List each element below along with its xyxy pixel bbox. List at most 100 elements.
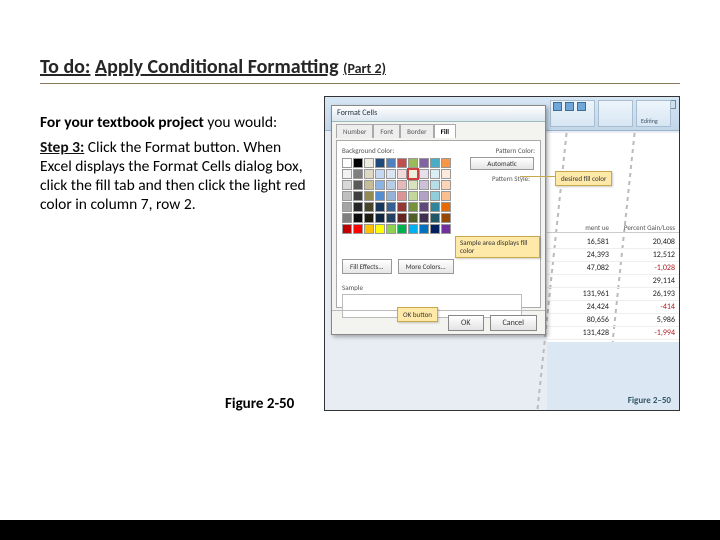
color-swatch[interactable] xyxy=(419,213,429,223)
color-swatch[interactable] xyxy=(408,202,418,212)
color-swatch[interactable] xyxy=(419,202,429,212)
ribbon-icon xyxy=(553,102,562,111)
color-swatch[interactable] xyxy=(397,191,407,201)
automatic-dropdown[interactable]: Automatic xyxy=(470,157,534,170)
color-swatch[interactable] xyxy=(353,169,363,179)
cell: -414 xyxy=(613,301,679,314)
color-swatch[interactable] xyxy=(353,191,363,201)
color-swatch[interactable] xyxy=(364,169,374,179)
tab-fill[interactable]: Fill xyxy=(434,124,456,138)
dialog-title: Format Cells xyxy=(332,106,545,122)
color-swatch[interactable] xyxy=(342,180,352,190)
color-swatch[interactable] xyxy=(397,158,407,168)
color-swatch[interactable] xyxy=(364,202,374,212)
color-swatch[interactable] xyxy=(397,202,407,212)
ok-button[interactable]: OK xyxy=(448,315,483,331)
color-swatch[interactable] xyxy=(364,158,374,168)
ribbon-group-label: Editing xyxy=(641,117,658,125)
instruction-text: For your textbook project you would: Ste… xyxy=(40,96,310,215)
color-swatch[interactable] xyxy=(386,213,396,223)
color-swatch[interactable] xyxy=(342,202,352,212)
color-swatch[interactable] xyxy=(375,213,385,223)
format-cells-dialog[interactable]: Format Cells Number Font Border Fill Bac… xyxy=(331,105,546,335)
cancel-button[interactable]: Cancel xyxy=(490,315,538,331)
cell xyxy=(547,275,613,288)
color-swatch[interactable] xyxy=(441,180,451,190)
color-swatch[interactable] xyxy=(353,202,363,212)
color-swatch[interactable] xyxy=(386,191,396,201)
color-swatch[interactable] xyxy=(375,191,385,201)
color-swatch[interactable] xyxy=(408,180,418,190)
color-swatch[interactable] xyxy=(342,191,352,201)
color-swatch[interactable] xyxy=(342,213,352,223)
color-swatch[interactable] xyxy=(364,213,374,223)
color-swatch[interactable] xyxy=(386,202,396,212)
color-swatch[interactable] xyxy=(441,169,451,179)
color-swatch[interactable] xyxy=(375,202,385,212)
color-swatch[interactable] xyxy=(397,224,407,234)
color-swatch[interactable] xyxy=(353,213,363,223)
color-swatch[interactable] xyxy=(342,169,352,179)
color-swatch[interactable] xyxy=(386,180,396,190)
color-swatch[interactable] xyxy=(441,213,451,223)
color-swatch[interactable] xyxy=(430,224,440,234)
color-swatch[interactable] xyxy=(386,169,396,179)
color-swatch[interactable] xyxy=(342,158,352,168)
color-swatch[interactable] xyxy=(430,158,440,168)
color-swatch[interactable] xyxy=(408,191,418,201)
step-label: Step 3: xyxy=(40,138,84,157)
color-swatch[interactable] xyxy=(397,180,407,190)
ribbon-group: Editing xyxy=(636,100,671,127)
color-swatch[interactable] xyxy=(430,213,440,223)
dialog-tabs: Number Font Border Fill xyxy=(332,124,545,138)
color-swatch[interactable] xyxy=(364,180,374,190)
color-swatch[interactable] xyxy=(419,224,429,234)
color-swatch[interactable] xyxy=(353,180,363,190)
color-swatch[interactable] xyxy=(441,202,451,212)
color-swatch[interactable] xyxy=(375,180,385,190)
cell: 80,656 xyxy=(547,314,613,327)
color-swatch[interactable] xyxy=(386,224,396,234)
cell: 29,114 xyxy=(613,275,679,288)
color-swatch[interactable] xyxy=(408,158,418,168)
color-swatch[interactable] xyxy=(375,158,385,168)
color-swatch[interactable] xyxy=(353,224,363,234)
color-swatch[interactable] xyxy=(419,191,429,201)
table-row: 24,424-414 xyxy=(547,301,679,314)
color-swatch[interactable] xyxy=(419,180,429,190)
color-swatch[interactable] xyxy=(364,224,374,234)
cell: 20,408 xyxy=(613,236,679,249)
color-swatch[interactable] xyxy=(441,158,451,168)
color-swatch[interactable] xyxy=(430,169,440,179)
cell: 12,512 xyxy=(613,249,679,262)
color-swatch[interactable] xyxy=(441,191,451,201)
color-swatch[interactable] xyxy=(375,169,385,179)
data-rows: 16,58120,40824,39312,51247,082-1,02829,1… xyxy=(547,236,679,353)
color-swatch[interactable] xyxy=(342,224,352,234)
color-swatch[interactable] xyxy=(408,213,418,223)
color-swatch[interactable] xyxy=(364,191,374,201)
column-headers: ment ue Percent Gain/Loss xyxy=(547,223,679,233)
color-swatch[interactable] xyxy=(419,158,429,168)
tab-border[interactable]: Border xyxy=(400,124,433,138)
color-swatch[interactable] xyxy=(375,224,385,234)
intro-bold: For your textbook project xyxy=(40,113,204,132)
color-swatch[interactable] xyxy=(408,169,418,179)
color-swatch[interactable] xyxy=(386,158,396,168)
color-swatch[interactable] xyxy=(353,158,363,168)
color-swatch[interactable] xyxy=(430,180,440,190)
tab-number[interactable]: Number xyxy=(336,124,373,138)
tab-body: Background Color: Pattern Color: Automat… xyxy=(336,140,541,308)
callout-desired: desired fill color xyxy=(555,171,612,186)
color-swatch[interactable] xyxy=(430,202,440,212)
color-swatch[interactable] xyxy=(397,213,407,223)
fill-effects-button[interactable]: Fill Effects... xyxy=(342,259,392,274)
color-swatch[interactable] xyxy=(441,224,451,234)
color-swatch[interactable] xyxy=(408,224,418,234)
callout-line xyxy=(520,176,556,177)
color-swatch[interactable] xyxy=(397,169,407,179)
color-swatch[interactable] xyxy=(430,191,440,201)
more-colors-button[interactable]: More Colors... xyxy=(398,259,454,274)
tab-font[interactable]: Font xyxy=(373,124,400,138)
color-swatch[interactable] xyxy=(419,169,429,179)
